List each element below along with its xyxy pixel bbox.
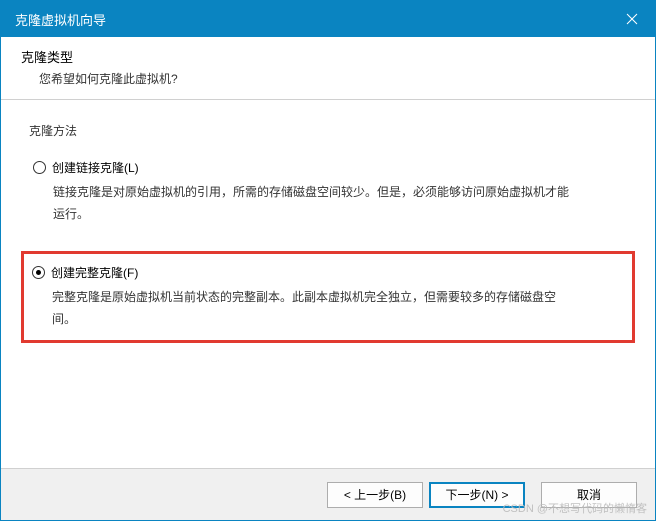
header: 克隆类型 您希望如何克隆此虚拟机? [1, 37, 655, 100]
option-full-label[interactable]: 创建完整克隆(F) [51, 264, 138, 281]
wizard-window: 克隆虚拟机向导 克隆类型 您希望如何克隆此虚拟机? 克隆方法 创建链接克隆(L)… [0, 0, 656, 521]
highlight-box: 创建完整克隆(F) 完整克隆是原始虚拟机当前状态的完整副本。此副本虚拟机完全独立… [21, 251, 635, 343]
titlebar: 克隆虚拟机向导 [1, 1, 655, 37]
close-button[interactable] [609, 1, 655, 37]
option-linked-clone: 创建链接克隆(L) 链接克隆是对原始虚拟机的引用，所需的存储磁盘空间较少。但是，… [29, 159, 627, 225]
option-linked-label[interactable]: 创建链接克隆(L) [52, 159, 139, 176]
option-linked-desc: 链接克隆是对原始虚拟机的引用，所需的存储磁盘空间较少。但是，必须能够访问原始虚拟… [53, 182, 573, 225]
radio-full-dot [36, 270, 41, 275]
page-subtitle: 您希望如何克隆此虚拟机? [21, 70, 635, 87]
cancel-button[interactable]: 取消 [541, 482, 637, 508]
option-full-desc: 完整克隆是原始虚拟机当前状态的完整副本。此副本虚拟机完全独立，但需要较多的存储磁… [52, 287, 572, 330]
content-area: 克隆方法 创建链接克隆(L) 链接克隆是对原始虚拟机的引用，所需的存储磁盘空间较… [1, 100, 655, 468]
group-label: 克隆方法 [29, 122, 627, 139]
option-full-clone: 创建完整克隆(F) 完整克隆是原始虚拟机当前状态的完整副本。此副本虚拟机完全独立… [28, 264, 626, 330]
back-button[interactable]: < 上一步(B) [327, 482, 423, 508]
close-icon [626, 13, 638, 25]
page-title: 克隆类型 [21, 47, 635, 66]
next-button[interactable]: 下一步(N) > [429, 482, 525, 508]
window-title: 克隆虚拟机向导 [15, 10, 106, 29]
radio-full[interactable] [32, 266, 45, 279]
radio-linked[interactable] [33, 161, 46, 174]
footer: < 上一步(B) 下一步(N) > 取消 [1, 468, 655, 520]
